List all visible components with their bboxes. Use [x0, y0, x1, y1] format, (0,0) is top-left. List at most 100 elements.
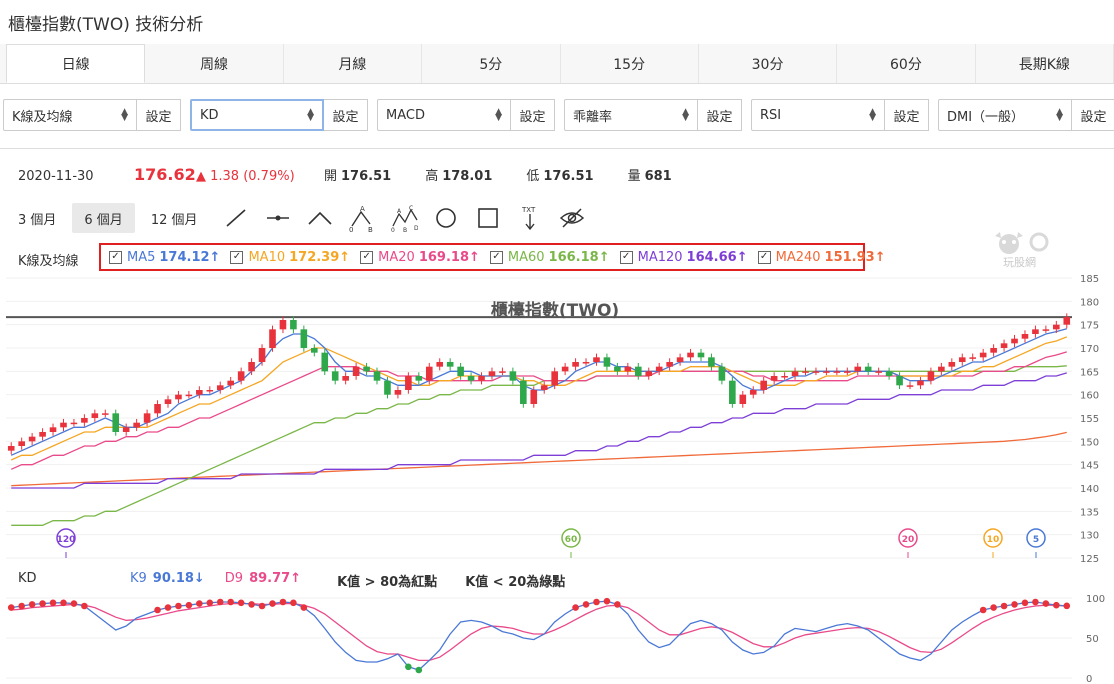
- wantgoo-logo: 玩股網: [987, 230, 1077, 274]
- settings-button[interactable]: 設定: [1072, 99, 1114, 131]
- settings-button[interactable]: 設定: [698, 99, 742, 131]
- checkbox-icon[interactable]: ✓: [109, 250, 122, 264]
- candle-body: [311, 348, 318, 353]
- volume-value: 681: [644, 169, 672, 184]
- candle-body: [603, 357, 611, 367]
- candle-body: [655, 366, 663, 372]
- candle-body: [927, 371, 935, 381]
- candle-body: [969, 357, 977, 359]
- select-arrows-icon: ▲ ▼: [121, 107, 128, 123]
- candle-body: [875, 371, 882, 373]
- trend-line-icon[interactable]: [222, 203, 250, 233]
- rectangle-icon[interactable]: [474, 203, 502, 233]
- tab-3[interactable]: 5分: [422, 44, 561, 83]
- svg-text:B: B: [368, 226, 373, 232]
- candle-body: [593, 357, 600, 362]
- candle-body: [290, 320, 297, 330]
- settings-button[interactable]: 設定: [324, 99, 368, 131]
- candle-body: [81, 418, 88, 423]
- ma-item-ma10[interactable]: ✓ MA10 172.39↑: [230, 250, 350, 265]
- indicator-select[interactable]: K線及均線 ▲ ▼: [3, 99, 137, 131]
- kd-red-dot: [593, 598, 600, 606]
- horizontal-line-icon[interactable]: [264, 203, 292, 233]
- svg-text:A: A: [397, 208, 402, 215]
- ma-value: 151.93↑: [824, 249, 886, 265]
- settings-button[interactable]: 設定: [511, 99, 555, 131]
- candle-body: [708, 357, 715, 367]
- candle-body: [321, 352, 329, 372]
- y-tick-label: 165: [1080, 367, 1099, 378]
- indicator-select[interactable]: RSI ▲ ▼: [751, 99, 885, 131]
- ma-item-ma5[interactable]: ✓ MA5 174.12↑: [109, 250, 220, 265]
- candle-body: [948, 362, 956, 367]
- candle-body: [457, 366, 464, 376]
- y-tick-label: 180: [1080, 297, 1099, 308]
- kd-chart[interactable]: 100 50 0: [0, 588, 1114, 684]
- checkbox-icon[interactable]: ✓: [230, 250, 244, 264]
- range-3m-button[interactable]: 3 個月: [6, 203, 68, 233]
- checkbox-icon[interactable]: ✓: [619, 250, 633, 264]
- selector-group: 乖離率 ▲ ▼ 設定: [564, 99, 748, 135]
- circle-icon[interactable]: [432, 203, 460, 233]
- marker-label: 5: [1033, 535, 1039, 545]
- angle-line-icon[interactable]: [306, 203, 334, 233]
- marker-label: 20: [902, 535, 915, 545]
- candle-body: [227, 380, 234, 386]
- range-6m-button[interactable]: 6 個月: [72, 203, 135, 233]
- kd-red-dot: [582, 601, 590, 608]
- tab-5[interactable]: 30分: [699, 44, 838, 83]
- kd-red-dot: [237, 599, 245, 607]
- settings-button[interactable]: 設定: [885, 99, 929, 131]
- y-tick-label: 170: [1080, 344, 1099, 355]
- candle-body: [760, 380, 767, 390]
- abcd-pattern-icon[interactable]: AC 0 B D: [390, 203, 418, 233]
- quote-bar: 2020-11-30 176.62 ▲ 1.38 (0.79%) 開 176.5…: [18, 165, 706, 184]
- ma-item-ma120[interactable]: ✓ MA120 164.66↑: [619, 249, 748, 265]
- indicator-select[interactable]: DMI（一般） ▲ ▼: [938, 99, 1072, 131]
- tab-7[interactable]: 長期K線: [976, 44, 1114, 83]
- abc-pattern-icon[interactable]: A 0 B: [348, 203, 376, 233]
- checkbox-icon[interactable]: ✓: [489, 250, 503, 264]
- kd-red-dot: [185, 601, 193, 609]
- kd-y-tick: 50: [1086, 634, 1099, 645]
- candle-body: [143, 413, 151, 423]
- candle-body: [551, 371, 558, 386]
- ma-item-ma240[interactable]: ✓ MA240 151.93↑: [757, 249, 886, 265]
- checkbox-icon[interactable]: ✓: [360, 250, 374, 264]
- settings-button[interactable]: 設定: [137, 99, 181, 131]
- tab-0[interactable]: 日線: [6, 44, 146, 83]
- indicator-select[interactable]: 乖離率 ▲ ▼: [564, 99, 698, 131]
- text-icon[interactable]: TXT: [516, 203, 544, 233]
- tab-1[interactable]: 周線: [145, 44, 284, 83]
- y-tick-label: 125: [1080, 554, 1099, 565]
- kd-red-dot: [1053, 601, 1060, 609]
- candlestick-chart[interactable]: 185 180 175 170 165 160 155 150 145 140 135 130 125 櫃…: [0, 272, 1114, 568]
- candle-body: [823, 371, 830, 373]
- candle-body: [154, 404, 161, 414]
- svg-text:D: D: [414, 225, 418, 232]
- candle-body: [624, 366, 632, 372]
- tab-6[interactable]: 60分: [837, 44, 976, 83]
- ma-item-ma20[interactable]: ✓ MA20 169.18↑: [360, 250, 480, 265]
- indicator-select[interactable]: KD ▲ ▼: [190, 99, 324, 131]
- tab-2[interactable]: 月線: [284, 44, 423, 83]
- candle-body: [60, 422, 67, 428]
- candle-body: [540, 385, 548, 390]
- kd-red-dot: [1042, 600, 1050, 607]
- candle-body: [718, 366, 726, 381]
- y-tick-label: 135: [1080, 507, 1099, 518]
- range-12m-button[interactable]: 12 個月: [139, 203, 210, 233]
- kd-red-dot: [39, 600, 46, 607]
- indicator-select[interactable]: MACD ▲ ▼: [377, 99, 511, 131]
- ma-item-ma60[interactable]: ✓ MA60 166.18↑: [489, 250, 610, 265]
- kd-green-dot: [415, 666, 423, 674]
- candle-body: [478, 376, 485, 381]
- hide-icon[interactable]: [558, 203, 586, 233]
- candle-body: [269, 329, 276, 348]
- svg-text:A: A: [360, 205, 365, 213]
- checkbox-icon[interactable]: ✓: [757, 250, 771, 264]
- ma-label: MA120: [637, 249, 683, 265]
- candle-body: [499, 371, 506, 373]
- tab-4[interactable]: 15分: [561, 44, 699, 83]
- candle-body: [833, 371, 841, 373]
